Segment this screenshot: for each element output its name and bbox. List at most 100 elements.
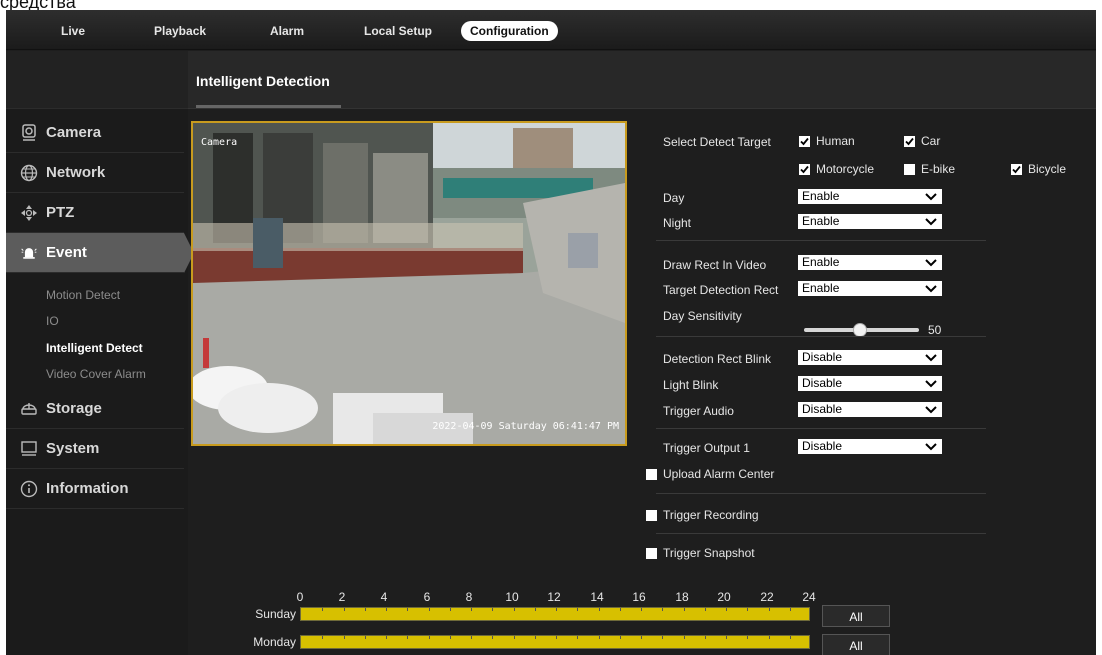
checkbox-checked-icon [1011, 163, 1022, 175]
hour-tick-mark [534, 608, 536, 611]
hour-tick-label: 18 [675, 590, 689, 604]
page-title: Intelligent Detection [196, 73, 330, 89]
hour-tick-label: 10 [505, 590, 519, 604]
night-label: Night [663, 216, 692, 230]
chevron-down-icon [925, 352, 937, 367]
timestamp-overlay: 2022-04-09 Saturday 06:41:47 PM [432, 421, 619, 432]
night-select[interactable]: Enable [798, 214, 942, 229]
sidebar-item-storage[interactable]: Storage [6, 389, 184, 429]
draw-rect-select[interactable]: Enable [798, 255, 942, 270]
sidebar-item-system[interactable]: System [6, 429, 184, 469]
sidebar-subitem-motion-detect[interactable]: Motion Detect [46, 288, 120, 302]
sidebar-item-camera[interactable]: Camera [6, 113, 184, 153]
rect-blink-select[interactable]: Disable [798, 350, 942, 365]
target-human-label: Human [816, 134, 855, 148]
sidebar-item-network[interactable]: Network [6, 153, 184, 193]
section-divider [656, 240, 986, 241]
ptz-icon [20, 204, 38, 222]
schedule-day-bar-monday[interactable] [300, 635, 810, 649]
hour-tick-mark [407, 636, 409, 639]
hour-tick-mark [747, 608, 749, 611]
sidebar-item-information[interactable]: Information [6, 469, 184, 509]
hour-tick-mark [428, 608, 430, 611]
checkbox-unchecked-icon [646, 509, 657, 521]
target-rect-label: Target Detection Rect [663, 283, 779, 297]
all-button[interactable]: All [822, 634, 890, 655]
trigger-recording-checkbox[interactable]: Trigger Recording [646, 508, 759, 522]
hour-tick-mark [619, 608, 621, 611]
sidebar-item-event[interactable]: Event [6, 233, 194, 273]
hour-tick-mark [364, 636, 366, 639]
trigger-snapshot-label: Trigger Snapshot [663, 546, 755, 560]
light-blink-select[interactable]: Disable [798, 376, 942, 391]
hour-tick-mark [768, 608, 770, 611]
hour-tick-mark [513, 636, 515, 639]
draw-rect-select-value: Enable [802, 255, 840, 269]
tab-local-setup[interactable]: Local Setup [364, 21, 432, 41]
target-bicycle-checkbox[interactable]: Bicycle [1011, 162, 1066, 176]
target-ebike-checkbox[interactable]: E-bike [904, 162, 955, 176]
target-motorcycle-label: Motorcycle [816, 162, 875, 176]
hour-tick-label: 8 [465, 590, 473, 604]
sidebar-item-label: Storage [46, 400, 102, 417]
checkbox-checked-icon [799, 163, 810, 175]
schedule-day-bar-sunday[interactable] [300, 607, 810, 621]
sidebar-header [6, 51, 188, 109]
hour-tick-label: 22 [760, 590, 774, 604]
hour-tick-mark [322, 636, 324, 639]
section-divider [656, 533, 986, 534]
sidebar-item-label: System [46, 440, 100, 457]
slider-handle[interactable] [853, 323, 867, 337]
checkbox-checked-icon [799, 135, 810, 147]
camera-scene-image [193, 123, 625, 444]
sidebar-item-ptz[interactable]: PTZ [6, 193, 184, 233]
target-rect-select[interactable]: Enable [798, 281, 942, 296]
target-car-checkbox[interactable]: Car [904, 134, 940, 148]
light-blink-select-value: Disable [802, 376, 843, 390]
all-button[interactable]: All [822, 605, 890, 627]
target-ebike-label: E-bike [921, 162, 956, 176]
hour-tick-mark [386, 608, 387, 611]
hour-tick-mark [704, 636, 706, 639]
chevron-down-icon [925, 216, 937, 231]
sidebar-subitem-intelligent-detect[interactable]: Intelligent Detect [46, 341, 143, 355]
hour-tick-mark [641, 608, 642, 611]
rect-blink-select-value: Disable [802, 350, 843, 364]
tab-live[interactable]: Live [61, 21, 85, 41]
target-car-label: Car [921, 134, 941, 148]
hour-tick-mark [683, 608, 685, 611]
hour-tick-label: 24 [802, 590, 816, 604]
video-preview[interactable]: Camera 2022-04-09 Saturday 06:41:47 PM [191, 121, 627, 446]
upload-alarm-center-checkbox[interactable]: Upload Alarm Center [646, 467, 774, 481]
day-select[interactable]: Enable [798, 189, 942, 204]
tab-configuration[interactable]: Configuration [461, 21, 558, 41]
hour-tick-mark [768, 636, 770, 639]
tab-alarm[interactable]: Alarm [270, 21, 304, 41]
hour-tick-mark [704, 608, 706, 611]
camera-icon [20, 123, 38, 142]
target-motorcycle-checkbox[interactable]: Motorcycle [799, 162, 874, 176]
sidebar-subitem-video-cover-alarm[interactable]: Video Cover Alarm [46, 367, 146, 381]
sidebar-subitem-io[interactable]: IO [46, 314, 59, 328]
hour-tick-mark [343, 608, 345, 611]
hour-tick-mark [747, 636, 749, 639]
day-sensitivity-value: 50 [928, 323, 942, 337]
trigger-output-select[interactable]: Disable [798, 439, 942, 454]
hour-tick-mark [577, 636, 579, 639]
target-human-checkbox[interactable]: Human [799, 134, 855, 148]
section-divider [656, 336, 986, 337]
trigger-audio-select[interactable]: Disable [798, 402, 942, 417]
day-label: Day [663, 191, 685, 205]
hour-tick-mark [556, 608, 557, 611]
checkbox-unchecked-icon [904, 163, 915, 175]
chevron-down-icon [925, 441, 937, 456]
hour-tick-mark [789, 636, 791, 639]
target-bicycle-label: Bicycle [1028, 162, 1067, 176]
tab-playback[interactable]: Playback [154, 21, 206, 41]
checkbox-unchecked-icon [646, 468, 657, 480]
hour-tick-mark [492, 636, 494, 639]
trigger-snapshot-checkbox[interactable]: Trigger Snapshot [646, 546, 755, 560]
hour-tick-mark [726, 636, 727, 639]
hour-tick-mark [343, 636, 345, 639]
sidebar-item-label: PTZ [46, 204, 75, 221]
